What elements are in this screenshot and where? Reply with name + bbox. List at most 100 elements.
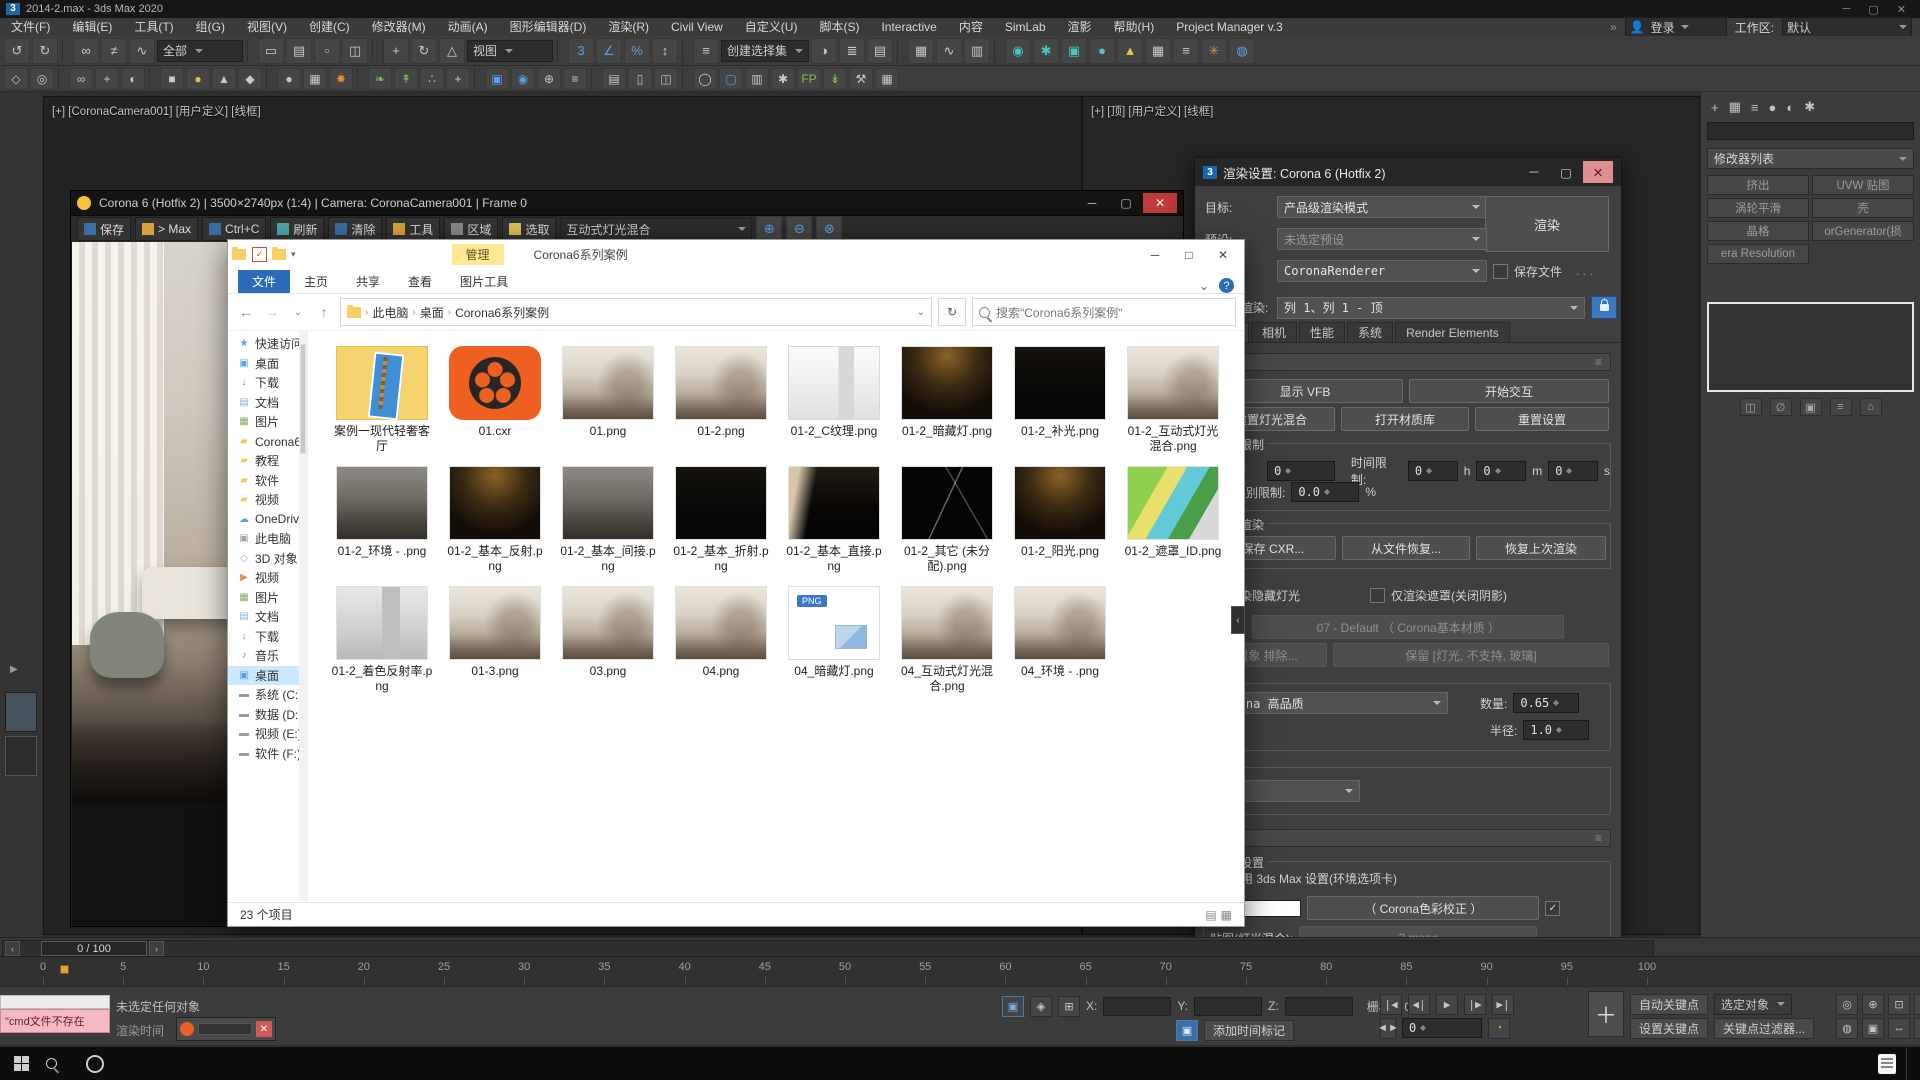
file-item[interactable]: PNG04_暗藏灯.png [782,586,886,694]
recent-dropdown-icon[interactable]: ⌄ [288,307,308,318]
sidebar-item-音乐[interactable]: ♪音乐 [228,646,307,666]
view-combo[interactable]: 视图 [467,40,553,62]
stack-tool-icon-1[interactable]: ∅ [1770,398,1792,416]
up-icon[interactable]: ↑ [314,304,334,320]
sidebar-item-数据 (D:)[interactable]: ▬数据 (D:) [228,705,307,725]
snap-3d-icon[interactable]: 3 [568,38,594,64]
file-item[interactable]: 01-2_基本_间接.png [556,466,660,574]
mini-listener-box2[interactable] [5,736,37,776]
breadcrumb[interactable]: ›此电脑›桌面›Corona6系列案例 ⌄ [340,298,932,326]
select-icon[interactable]: ▭ [258,38,284,64]
open-material-lib-button[interactable]: 打开材质库 [1341,407,1469,431]
render-tab-Render Elements[interactable]: Render Elements [1395,322,1510,342]
modifier-button[interactable]: orGenerator(损 [1812,221,1914,241]
renderer-dropdown[interactable]: CoronaRenderer [1277,260,1487,282]
render-tab-相机[interactable]: 相机 [1251,322,1297,342]
z-field[interactable] [1285,997,1353,1016]
grid-icon[interactable]: ▦ [1145,38,1171,64]
rs-close-icon[interactable]: ✕ [1583,161,1613,183]
ellipse-icon[interactable]: ● [186,68,210,90]
expand-arrow-icon[interactable]: ▶ [10,664,18,675]
env-map-swatch[interactable] [1243,900,1301,917]
command-tab-0[interactable]: + [1711,100,1719,115]
command-tab-2[interactable]: ≡ [1751,100,1759,115]
pass-limit-spinner[interactable]: 0 [1267,461,1335,481]
menu-item[interactable]: 图形编辑器(D) [499,18,598,36]
rotate-icon[interactable]: ↻ [411,38,437,64]
noise-limit-spinner[interactable]: 0.0 [1291,482,1359,502]
view-dropdown[interactable]: 列 1、列 1 - 顶 [1277,297,1585,319]
camera-icon[interactable]: ◉ [511,68,535,90]
file-item[interactable]: 01-2_互动式灯光混合.png [1121,346,1225,454]
modifier-button[interactable]: 挤出 [1707,175,1809,195]
vfb-tool-5[interactable]: 工具 [386,217,440,241]
preset-dropdown[interactable]: 未选定预设 [1277,228,1487,250]
scale-icon[interactable]: △ [439,38,465,64]
mirror2-icon[interactable]: ◐ [121,68,145,90]
menu-item[interactable]: 渲影 [1057,18,1103,36]
help-icon[interactable]: ? [1219,278,1234,293]
breadcrumb-segment[interactable]: 此电脑 [372,304,408,321]
properties-icon[interactable]: ✓ [252,247,267,262]
percent-snap-icon[interactable]: % [624,38,650,64]
menu-item[interactable]: 脚本(S) [808,18,870,36]
sidebar-item-Corona6系列案例[interactable]: ▰Corona6系列案例 [228,432,307,452]
file-item[interactable]: 01-2.png [669,346,773,454]
sidebar-item-教程[interactable]: ▰教程 [228,451,307,471]
playback-prev-icon[interactable]: ◀| [1408,994,1430,1015]
nav-icon-b1[interactable]: ▣ [1862,1018,1884,1039]
sidebar-item-图片[interactable]: ▦图片 [228,588,307,608]
nav-icon-b0[interactable]: ◍ [1836,1018,1858,1039]
taskbar-search-icon[interactable] [29,1047,73,1080]
tree-icon[interactable]: ↟ [394,68,418,90]
spinner-snap-icon[interactable]: ↕ [652,38,678,64]
login-dropdown[interactable]: 👤登录 [1625,17,1727,37]
start-button[interactable] [14,1056,29,1071]
rs-minimize-icon[interactable]: ─ [1519,161,1549,183]
bomb-icon[interactable]: ✸ [329,68,353,90]
chain-icon[interactable]: ∞ [69,68,93,90]
mirror-icon[interactable]: ◑ [811,38,837,64]
menu-item[interactable]: 帮助(H) [1103,18,1166,36]
graphite-icon[interactable]: ▦ [908,38,934,64]
lightmix-combo[interactable]: 互动式灯光混合 [560,218,752,240]
maxscript-mini-listener[interactable]: "cmd文件不存在 [0,995,110,1033]
sphere-icon[interactable]: ● [277,68,301,90]
playback-end-icon[interactable]: ▶| [1492,994,1514,1015]
stack-tool-icon-2[interactable]: ▣ [1800,398,1822,416]
explorer-close-icon[interactable]: ✕ [1206,243,1240,267]
file-item[interactable]: 案例一现代轻奢客厅 [330,346,434,454]
close-icon[interactable]: ✕ [1897,3,1906,16]
material-editor-icon[interactable]: ◉ [1005,38,1031,64]
named-selection-combo[interactable]: 创建选择集 [721,40,809,62]
light-icon[interactable]: ✳ [1201,38,1227,64]
selection-lock-icon[interactable]: ◈ [1030,996,1052,1017]
pane-collapse-icon[interactable]: ‹ [1231,606,1245,634]
menu-item[interactable]: 修改器(M) [361,18,437,36]
sidebar-item-图片[interactable]: ▦图片 [228,412,307,432]
time-slider-groove[interactable]: ‹ 0 / 100 › [2,940,1654,957]
stack-tool-icon-3[interactable]: ≡ [1830,398,1852,416]
tray-notepad-icon[interactable] [1878,1054,1896,1074]
sidebar-item-桌面[interactable]: ▣桌面 [228,666,307,686]
view-icon[interactable]: ▥ [745,68,769,90]
menu-item[interactable]: Project Manager v.3 [1165,18,1294,36]
isolate-selection-icon[interactable]: ▣ [1002,996,1024,1017]
breadcrumb-segment[interactable]: 桌面 [420,304,444,321]
snap-toggle-icon[interactable]: ◇ [4,68,28,90]
nav-icon-a1[interactable]: ⊕ [1862,994,1884,1015]
sidebar-item-下载[interactable]: ↓下载 [228,373,307,393]
warning-icon[interactable]: ▲ [1117,38,1143,64]
sidebar-item-软件 (F:)[interactable]: ▬软件 (F:) [228,744,307,764]
forward-icon[interactable]: → [262,304,282,320]
tab-图片工具[interactable]: 图片工具 [446,270,522,293]
menu-item[interactable]: 编辑(E) [61,18,123,36]
target-icon[interactable]: ⊕ [537,68,561,90]
sidebar-item-文档[interactable]: ▤文档 [228,393,307,413]
modifier-button[interactable]: 晶格 [1707,221,1809,241]
unlink-icon[interactable]: ≠ [101,38,127,64]
cortana-icon[interactable] [73,1047,117,1080]
maximize-icon[interactable]: ▢ [1868,3,1878,16]
tab-文件[interactable]: 文件 [238,270,290,293]
modifier-button[interactable]: era Resolution [1707,244,1809,264]
